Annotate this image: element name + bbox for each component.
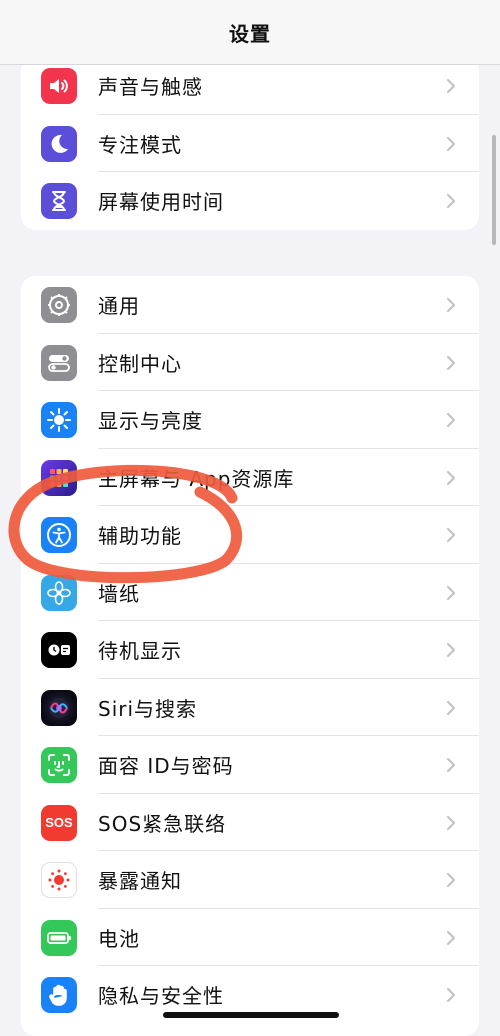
- chevron-right-icon: [446, 355, 456, 370]
- chevron-right-icon: [446, 700, 456, 715]
- chevron-right-icon: [446, 527, 456, 543]
- flower-icon: [41, 574, 77, 611]
- chevron-right-icon: [446, 872, 456, 888]
- row-display-brightness[interactable]: 显示与亮度: [21, 391, 479, 449]
- siri-icon: [41, 689, 77, 726]
- row-label: 辅助功能: [98, 524, 182, 549]
- row-accessibility[interactable]: 辅助功能: [21, 506, 479, 564]
- row-label: 显示与亮度: [98, 409, 203, 434]
- gear-icon: [41, 287, 77, 323]
- scrollbar[interactable]: [492, 135, 496, 245]
- hourglass-icon: [41, 183, 77, 219]
- row-screen-time[interactable]: 屏幕使用时间: [21, 172, 479, 230]
- chevron-right-icon: [446, 193, 456, 209]
- home-indicator[interactable]: [163, 1012, 339, 1018]
- chevron-right-icon: [446, 815, 456, 830]
- chevron-right-icon: [446, 78, 456, 94]
- row-label: 专注模式: [98, 132, 182, 157]
- row-label: 电池: [98, 926, 140, 951]
- settings-group-1: 声音与触感 专注模式 屏幕使用时间: [21, 57, 479, 230]
- row-siri-search[interactable]: Siri与搜索: [21, 679, 479, 736]
- chevron-right-icon: [446, 297, 456, 313]
- row-sound-haptics[interactable]: 声音与触感: [21, 57, 479, 115]
- moon-icon: [41, 125, 77, 162]
- row-label: 主屏幕与 App资源库: [98, 466, 295, 491]
- row-general[interactable]: 通用: [21, 276, 479, 334]
- chevron-right-icon: [446, 136, 456, 151]
- row-control-center[interactable]: 控制中心: [21, 334, 479, 391]
- row-label: 暴露通知: [98, 869, 182, 894]
- battery-icon: [41, 919, 77, 956]
- navigation-bar: 设置: [0, 0, 500, 65]
- row-label: 控制中心: [98, 351, 182, 376]
- row-standby[interactable]: 待机显示: [21, 621, 479, 679]
- row-label: 屏幕使用时间: [98, 190, 224, 215]
- row-label: Siri与搜索: [98, 696, 198, 721]
- row-label: SOS紧急联络: [98, 811, 227, 836]
- row-label: 通用: [98, 294, 140, 319]
- page-title: 设置: [229, 21, 271, 46]
- row-label: 隐私与安全性: [98, 984, 224, 1009]
- toggles-icon: [41, 344, 77, 381]
- speaker-icon: [41, 68, 77, 104]
- sun-icon: [41, 402, 77, 438]
- standby-icon: [41, 632, 77, 668]
- chevron-right-icon: [446, 585, 456, 600]
- chevron-right-icon: [446, 987, 456, 1003]
- sos-icon: SOS: [41, 804, 77, 841]
- chevron-right-icon: [446, 930, 456, 945]
- row-home-screen-app-library[interactable]: 主屏幕与 App资源库: [21, 449, 479, 506]
- row-label: 面容 ID与密码: [98, 754, 234, 779]
- row-face-id-passcode[interactable]: 面容 ID与密码: [21, 736, 479, 794]
- row-emergency-sos[interactable]: SOS SOS紧急联络: [21, 794, 479, 851]
- row-focus[interactable]: 专注模式: [21, 115, 479, 172]
- home-grid-icon: [41, 459, 77, 496]
- accessibility-icon: [41, 517, 77, 553]
- chevron-right-icon: [446, 470, 456, 485]
- row-label: 墙纸: [98, 581, 140, 606]
- row-label: 待机显示: [98, 639, 182, 664]
- faceid-icon: [41, 747, 77, 783]
- chevron-right-icon: [446, 642, 456, 658]
- exposure-icon: [41, 862, 77, 898]
- chevron-right-icon: [446, 757, 456, 773]
- hand-icon: [41, 977, 77, 1013]
- sos-icon-text: SOS: [45, 815, 73, 830]
- row-battery[interactable]: 电池: [21, 909, 479, 966]
- settings-group-2: 通用 控制中心 显示与亮度 主屏幕与 App资源库 辅助功能 墙纸 待机显示 S…: [21, 276, 479, 1036]
- row-exposure-notifications[interactable]: 暴露通知: [21, 851, 479, 909]
- chevron-right-icon: [446, 412, 456, 428]
- row-label: 声音与触感: [98, 75, 203, 100]
- row-wallpaper[interactable]: 墙纸: [21, 564, 479, 621]
